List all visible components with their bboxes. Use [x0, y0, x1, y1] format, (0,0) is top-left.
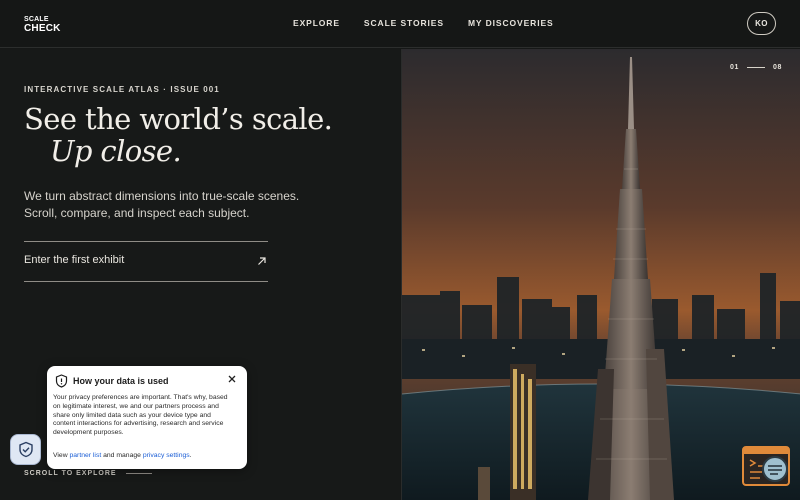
footer-prefix: View [53, 452, 68, 459]
exhibit-image-panel: 01 08 [401, 49, 800, 500]
exhibit-counter: 01 08 [730, 64, 782, 71]
scroll-line [125, 473, 152, 474]
top-navigation-bar: SCALE CHECK EXPLORE SCALE STORIES MY DIS… [0, 0, 800, 48]
shield-check-icon [18, 441, 33, 458]
footer-suffix: . [189, 452, 192, 459]
hero-eyebrow: INTERACTIVE SCALE ATLAS · ISSUE 001 [24, 85, 220, 94]
logo[interactable]: SCALE CHECK [24, 16, 61, 34]
exhibit-current: 01 [730, 64, 739, 71]
privacy-footer: View partner list and manage privacy set… [53, 452, 192, 459]
privacy-body: Your privacy preferences are important. … [53, 394, 228, 437]
logo-line-2: CHECK [24, 23, 61, 34]
hero-headline: See the world’s scale. Up close. [24, 102, 333, 168]
privacy-notice-popup: How your data is used Your privacy prefe… [47, 366, 247, 469]
footer-middle: and manage [103, 452, 141, 459]
chat-assistant-bubble[interactable] [762, 456, 788, 482]
skyscraper-image [402, 49, 800, 500]
main-nav: EXPLORE SCALE STORIES MY DISCOVERIES [293, 18, 554, 28]
privacy-settings-link[interactable]: privacy settings [143, 452, 190, 459]
shield-icon [55, 374, 68, 388]
partner-list-link[interactable]: partner list [70, 452, 102, 459]
scroll-label: SCROLL TO EXPLORE [24, 470, 117, 477]
nav-scale-stories[interactable]: SCALE STORIES [364, 18, 444, 28]
privacy-title: How your data is used [73, 376, 169, 386]
close-icon[interactable] [226, 373, 238, 385]
user-avatar-button[interactable]: KO [747, 12, 776, 35]
privacy-settings-button[interactable] [10, 434, 41, 465]
nav-my-discoveries[interactable]: MY DISCOVERIES [468, 18, 554, 28]
nav-explore[interactable]: EXPLORE [293, 18, 340, 28]
headline-line-2: Up close. [50, 134, 182, 168]
headline-line-1: See the world’s scale. [24, 102, 333, 136]
scroll-indicator: SCROLL TO EXPLORE [24, 470, 152, 477]
cta-label: Enter the first exhibit [24, 254, 125, 266]
arrow-up-right-icon [258, 257, 266, 265]
enter-first-exhibit-button[interactable]: Enter the first exhibit [24, 241, 268, 282]
counter-divider [747, 67, 765, 68]
exhibit-total: 08 [773, 64, 782, 71]
hero-description: We turn abstract dimensions into true-sc… [24, 189, 300, 220]
chat-lines-icon [768, 465, 782, 475]
